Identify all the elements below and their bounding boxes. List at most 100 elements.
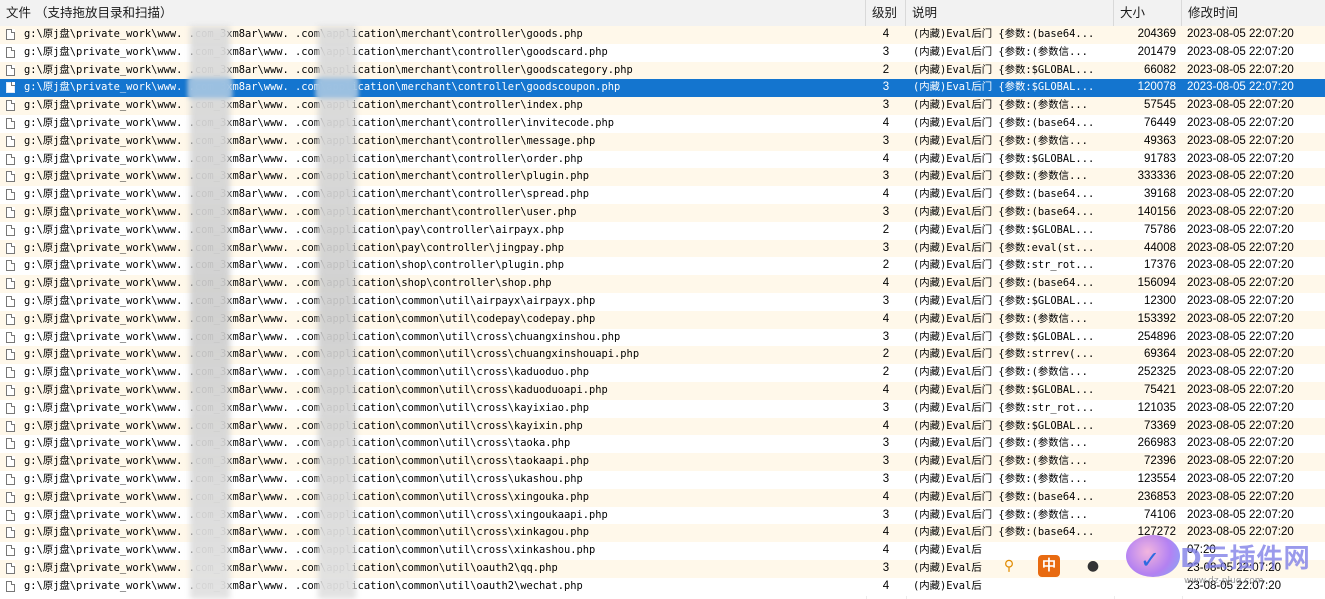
search-icon[interactable]: ⚲ [998,555,1020,577]
size-cell: 121035 [1137,401,1176,414]
description-cell: (内藏)Eval后门 {参数:(base64... [913,277,1095,290]
size-cell: 91783 [1144,152,1176,165]
modified-time-cell: 2023-08-05 22:07:20 [1187,472,1294,485]
column-header-description[interactable]: 说明 [906,0,1114,26]
modified-time-cell: 2023-08-05 22:07:20 [1187,312,1294,325]
file-path-cell: g:\原j盘\private_work\www. .com_3xm8ar\www… [24,134,596,147]
size-cell: 236853 [1137,490,1176,503]
modified-time-cell: 2023-08-05 22:07:20 [1187,366,1294,379]
modified-time-cell: 2023-08-05 22:07:20 [1187,45,1294,58]
level-cell: 4 [882,28,890,40]
description-cell: (内藏)Eval后门 {参数:eval(st... [913,241,1095,254]
description-cell: (内藏)Eval后门 {参数:$GLOBAL... [913,152,1095,165]
modified-time-cell: 2023-08-05 22:07:20 [1187,277,1294,290]
description-cell: (内藏)Eval后门 {参数:(参数信... [913,437,1088,450]
description-cell: (内藏)Eval后门 {参数:(参数信... [913,472,1088,485]
column-header-modified-time[interactable]: 修改时间 [1182,0,1325,26]
column-header-file[interactable]: 文件 （支持拖放目录和扫描） [0,0,866,26]
modified-time-cell: 2023-08-05 22:07:20 [1187,170,1294,183]
size-cell: 123554 [1137,472,1176,485]
description-cell: (内藏)Eval后门 {参数:(参数信... [913,508,1088,521]
description-cell: (内藏)Eval后门 {参数:(参数信... [913,134,1088,147]
size-cell: 252325 [1137,366,1176,379]
file-path-cell: g:\原j盘\private_work\www. .com_3xm8ar\www… [24,419,583,432]
column-header-size[interactable]: 大小 [1114,0,1182,26]
description-cell: (内藏)Eval后门 {参数:(base64... [913,116,1095,129]
modified-time-cell: 2023-08-05 22:07:20 [1187,134,1294,147]
redaction-blur-selected [188,78,232,98]
level-cell: 3 [882,455,890,468]
level-cell: 4 [882,490,890,503]
file-path-cell: g:\原j盘\private_work\www. .com_3xm8ar\www… [24,152,583,165]
cat-icon[interactable]: ● [1082,555,1104,577]
modified-time-cell: 2023-08-05 22:07:20 [1187,348,1294,361]
file-path-cell: g:\原j盘\private_work\www. .com_3xm8ar\www… [24,330,621,343]
description-cell: (内藏)Eval后门 {参数:$GLOBAL... [913,330,1095,343]
size-cell: 66082 [1144,63,1176,76]
size-cell: 254896 [1137,330,1176,343]
file-path-cell: g:\原j盘\private_work\www. .com_3xm8ar\www… [24,490,590,503]
level-cell: 3 [882,401,890,414]
modified-time-cell: 2023-08-05 22:07:20 [1187,419,1294,432]
file-path-cell: g:\原j盘\private_work\www. .com_3xm8ar\www… [24,188,590,201]
modified-time-cell: 2023-08-05 22:07:20 [1187,28,1294,40]
size-cell: 76449 [1144,116,1176,129]
size-cell: 333336 [1137,170,1176,183]
level-cell: 3 [882,99,890,112]
level-cell: 3 [882,437,890,450]
scan-results-grid: 文件 （支持拖放目录和扫描） 级别 说明 大小 修改时间 g:\原j盘\priv… [0,0,1325,599]
modified-time-cell: 2023-08-05 22:07:20 [1187,116,1294,129]
level-cell: 3 [882,205,890,218]
modified-time-cell: 2023-08-05 22:07:20 [1187,188,1294,201]
level-cell: 4 [882,383,890,396]
description-cell: (内藏)Eval后门 {参数:str_rot... [913,259,1095,272]
level-cell: 2 [882,223,890,236]
file-path-cell: g:\原j盘\private_work\www. .com_3xm8ar\www… [24,63,633,76]
level-cell: 4 [882,579,890,592]
level-cell: 4 [882,188,890,201]
size-cell: 266983 [1137,437,1176,450]
modified-time-cell: 2023-08-05 22:07:20 [1187,490,1294,503]
level-cell: 4 [882,312,890,325]
level-cell: 4 [882,419,890,432]
modified-time-cell: 2023-08-05 22:07:20 [1187,294,1294,307]
description-cell: (内藏)Eval后门 {参数:str_rot... [913,401,1095,414]
ime-icon[interactable]: 中 [1038,555,1060,577]
size-cell: 39168 [1144,188,1176,201]
file-path-cell: g:\原j盘\private_work\www. .com_3xm8ar\www… [24,437,571,450]
size-cell: 49363 [1144,134,1176,147]
modified-time-cell: 2023-08-05 22:07:20 [1187,330,1294,343]
file-path-cell: g:\原j盘\private_work\www. .com_3xm8ar\www… [24,241,565,254]
file-path-cell: g:\原j盘\private_work\www. .com_3xm8ar\www… [24,170,590,183]
file-path-cell: g:\原j盘\private_work\www. .com_3xm8ar\www… [24,472,583,485]
redaction-blur-selected [316,78,358,98]
description-cell: (内藏)Eval后门 {参数:(参数信... [913,99,1088,112]
file-path-cell: g:\原j盘\private_work\www. .com_3xm8ar\www… [24,81,621,94]
size-cell: 204369 [1137,28,1176,40]
grid-header: 文件 （支持拖放目录和扫描） 级别 说明 大小 修改时间 [0,0,1325,27]
description-cell: (内藏)Eval后门 {参数:$GLOBAL... [913,383,1095,396]
file-path-cell: g:\原j盘\private_work\www. .com_3xm8ar\www… [24,579,583,592]
modified-time-cell: 2023-08-05 22:07:20 [1187,99,1294,112]
level-cell: 4 [882,526,890,539]
description-cell: (内藏)Eval后门 {参数:(参数信... [913,455,1088,468]
description-cell: (内藏)Eval后门 {参数:$GLOBAL... [913,223,1095,236]
level-cell: 3 [882,45,890,58]
description-cell: (内藏)Eval后门 {参数:(参数信... [913,45,1088,58]
file-path-cell: g:\原j盘\private_work\www. .com_3xm8ar\www… [24,116,615,129]
file-path-cell: g:\原j盘\private_work\www. .com_3xm8ar\www… [24,544,596,557]
file-path-cell: g:\原j盘\private_work\www. .com_3xm8ar\www… [24,205,577,218]
file-path-cell: g:\原j盘\private_work\www. .com_3xm8ar\www… [24,259,565,272]
modified-time-cell: 2023-08-05 22:07:20 [1187,152,1294,165]
file-path-cell: g:\原j盘\private_work\www. .com_3xm8ar\www… [24,561,558,574]
check-icon: ✓ [1140,546,1161,574]
level-cell: 4 [882,544,890,557]
level-cell: 2 [882,63,890,76]
column-header-level[interactable]: 级别 [866,0,906,26]
size-cell: 74106 [1144,508,1176,521]
description-cell: (内藏)Eval后门 {参数:$GLOBAL... [913,294,1095,307]
size-cell: 75786 [1144,223,1176,236]
size-cell: 17376 [1144,259,1176,272]
modified-time-cell: 2023-08-05 22:07:20 [1187,508,1294,521]
file-path-cell: g:\原j盘\private_work\www. .com_3xm8ar\www… [24,383,608,396]
